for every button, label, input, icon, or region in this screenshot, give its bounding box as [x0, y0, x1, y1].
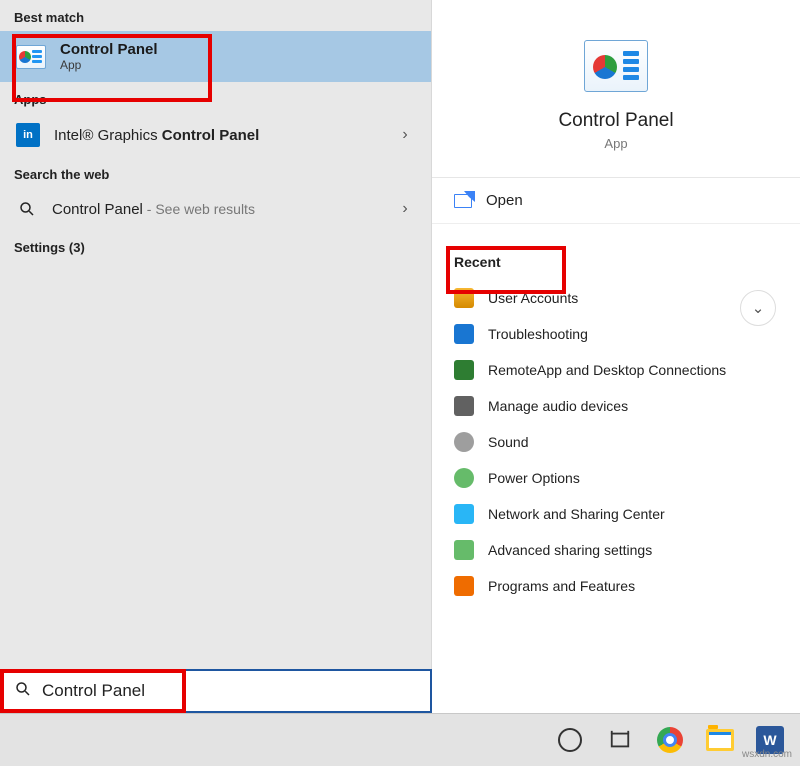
recent-item-sound[interactable]: Sound: [432, 424, 800, 460]
control-panel-icon: [584, 40, 648, 92]
recent-item-label: Power Options: [488, 470, 580, 486]
search-icon: [14, 680, 32, 703]
search-web-label: Search the web: [0, 157, 431, 188]
best-match-subtitle: App: [60, 58, 158, 72]
recent-label: Recent: [432, 224, 800, 280]
open-label: Open: [486, 192, 523, 209]
taskbar: W: [0, 713, 800, 766]
app-header: Control Panel App: [432, 0, 800, 178]
recent-item-label: Manage audio devices: [488, 398, 628, 414]
expand-button[interactable]: ⌄: [740, 290, 776, 326]
preview-pane: Control Panel App Open ⌄ Recent User Acc…: [432, 0, 800, 713]
web-result-label: Control Panel - See web results: [52, 201, 381, 218]
chevron-right-icon[interactable]: ›: [395, 126, 415, 144]
watermark: wsxdn.com: [742, 749, 792, 760]
cortana-icon[interactable]: [552, 722, 588, 758]
chevron-down-icon: ⌄: [752, 299, 765, 317]
recent-item-label: User Accounts: [488, 290, 578, 306]
recent-item-audio-devices[interactable]: Manage audio devices: [432, 388, 800, 424]
recent-item-label: Sound: [488, 434, 528, 450]
intel-icon: in: [16, 123, 40, 147]
network-icon: [454, 504, 474, 524]
sound-icon: [454, 432, 474, 452]
file-explorer-icon[interactable]: [702, 722, 738, 758]
open-icon: [454, 194, 472, 208]
audio-devices-icon: [454, 396, 474, 416]
preview-title: Control Panel: [558, 110, 673, 132]
chevron-right-icon[interactable]: ›: [395, 200, 415, 218]
best-match-result[interactable]: Control Panel App: [0, 31, 431, 82]
recent-item-remoteapp[interactable]: RemoteApp and Desktop Connections: [432, 352, 800, 388]
recent-item-network-sharing[interactable]: Network and Sharing Center: [432, 496, 800, 532]
advanced-sharing-icon: [454, 540, 474, 560]
recent-item-label: Troubleshooting: [488, 326, 588, 342]
search-icon: [16, 198, 38, 220]
recent-item-power-options[interactable]: Power Options: [432, 460, 800, 496]
recent-item-troubleshooting[interactable]: Troubleshooting: [432, 316, 800, 352]
app-result-intel-graphics[interactable]: in Intel® Graphics Control Panel ›: [0, 113, 431, 157]
chrome-icon[interactable]: [652, 722, 688, 758]
search-input[interactable]: [42, 681, 418, 701]
task-view-icon[interactable]: [602, 722, 638, 758]
control-panel-icon: [16, 45, 46, 69]
search-input-container[interactable]: [0, 669, 432, 713]
recent-item-label: Programs and Features: [488, 578, 635, 594]
best-match-title: Control Panel: [60, 41, 158, 58]
user-accounts-icon: [454, 288, 474, 308]
app-result-label: Intel® Graphics Control Panel: [54, 127, 381, 144]
recent-item-advanced-sharing[interactable]: Advanced sharing settings: [432, 532, 800, 568]
open-action[interactable]: Open: [432, 178, 800, 224]
recent-item-label: RemoteApp and Desktop Connections: [488, 362, 726, 378]
best-match-label: Best match: [0, 0, 431, 31]
search-results-pane: Best match Control Panel App Apps in Int…: [0, 0, 432, 713]
recent-item-label: Network and Sharing Center: [488, 506, 665, 522]
preview-subtitle: App: [604, 136, 627, 151]
recent-item-programs-features[interactable]: Programs and Features: [432, 568, 800, 604]
remoteapp-icon: [454, 360, 474, 380]
apps-label: Apps: [0, 82, 431, 113]
troubleshooting-icon: [454, 324, 474, 344]
settings-label[interactable]: Settings (3): [0, 230, 431, 261]
recent-item-label: Advanced sharing settings: [488, 542, 652, 558]
power-options-icon: [454, 468, 474, 488]
web-result[interactable]: Control Panel - See web results ›: [0, 188, 431, 230]
programs-features-icon: [454, 576, 474, 596]
